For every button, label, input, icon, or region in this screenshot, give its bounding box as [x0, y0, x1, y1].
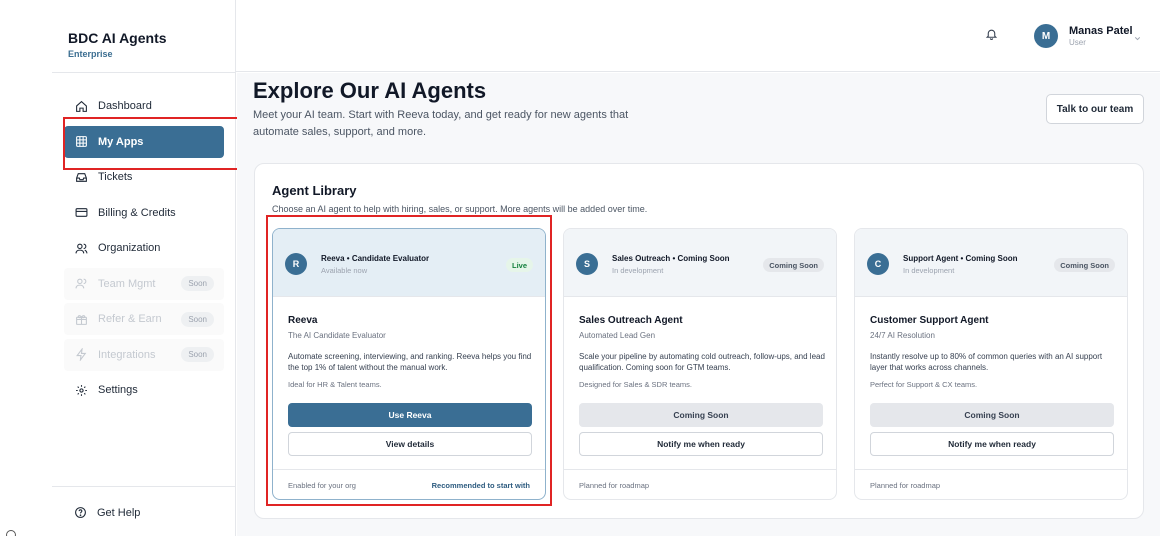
sidebar-item-organization[interactable]: Organization [64, 232, 224, 264]
agent-card-support: C Support Agent • Coming Soon In develop… [854, 228, 1128, 500]
status-badge: Coming Soon [1054, 258, 1115, 272]
footer-status: Planned for roadmap [870, 481, 941, 490]
sidebar-item-integrations: Integrations Soon [64, 338, 224, 371]
footer-status: Planned for roadmap [579, 481, 650, 490]
chevron-down-icon[interactable] [1133, 30, 1142, 48]
avatar[interactable]: M [1034, 24, 1058, 48]
brand-subtitle: Enterprise [68, 49, 113, 59]
help-icon [74, 506, 87, 519]
agent-description: Scale your pipeline by automating cold o… [579, 352, 825, 372]
users-icon [74, 241, 88, 255]
sidebar-item-label: Tickets [98, 171, 133, 183]
sidebar-item-label: Integrations [98, 348, 156, 361]
team-icon [74, 277, 88, 291]
card-header: C Support Agent • Coming Soon In develop… [855, 229, 1127, 297]
get-help-link[interactable]: Get Help [74, 506, 140, 519]
agent-tagline: 24/7 AI Resolution [870, 331, 935, 340]
agent-avatar: S [576, 253, 598, 275]
coming-soon-button: Coming Soon [870, 403, 1114, 427]
soon-badge: Soon [181, 347, 214, 362]
get-help-label: Get Help [97, 506, 141, 519]
divider [52, 72, 235, 73]
card-header-status: In development [612, 266, 664, 275]
sidebar-item-label: Settings [98, 384, 138, 396]
agent-tagline: Automated Lead Gen [579, 331, 656, 340]
card-header-status: In development [903, 266, 955, 275]
sidebar-item-settings[interactable]: Settings [64, 374, 224, 406]
sidebar-item-label: Dashboard [98, 100, 152, 112]
page-title: Explore Our AI Agents [253, 78, 487, 103]
sidebar: BDC AI Agents Enterprise Dashboard My Ap… [0, 0, 236, 536]
brand: BDC AI Agents Enterprise [68, 30, 167, 59]
highlight-box [266, 215, 552, 506]
card-header-title: Sales Outreach • Coming Soon [612, 254, 730, 263]
user-role: User [1069, 38, 1086, 47]
user-name[interactable]: Manas Patel [1069, 25, 1133, 37]
bell-icon[interactable] [985, 27, 998, 46]
card-header-title: Support Agent • Coming Soon [903, 254, 1018, 263]
gear-icon [74, 383, 88, 397]
soon-badge: Soon [181, 276, 214, 291]
agent-name: Customer Support Agent [870, 315, 989, 326]
status-badge: Coming Soon [763, 258, 824, 272]
sidebar-item-label: Organization [98, 242, 161, 254]
agent-audience-note: Designed for Sales & SDR teams. [579, 380, 692, 389]
agent-card-sales-outreach: S Sales Outreach • Coming Soon In develo… [563, 228, 837, 500]
sidebar-item-billing[interactable]: Billing & Credits [64, 197, 224, 229]
sidebar-item-refer-earn: Refer & Earn Soon [64, 303, 224, 335]
page-subtitle: Meet your AI team. Start with Reeva toda… [253, 109, 629, 138]
home-icon [74, 99, 88, 113]
sidebar-item-label: Billing & Credits [98, 206, 176, 219]
card-header: S Sales Outreach • Coming Soon In develo… [564, 229, 836, 297]
notify-me-button[interactable]: Notify me when ready [870, 432, 1114, 456]
library-title: Agent Library [272, 183, 357, 198]
talk-to-team-button[interactable]: Talk to our team [1046, 94, 1144, 124]
sidebar-item-team-mgmt: Team Mgmt Soon [64, 267, 224, 300]
agent-avatar: C [867, 253, 889, 275]
top-bar [236, 0, 1160, 72]
cursor-indicator [6, 530, 16, 536]
coming-soon-button: Coming Soon [579, 403, 823, 427]
agent-audience-note: Perfect for Support & CX teams. [870, 380, 978, 389]
plug-icon [74, 348, 88, 362]
gift-icon [74, 312, 88, 326]
agent-name: Sales Outreach Agent [579, 315, 683, 326]
inbox-icon [74, 170, 88, 184]
sidebar-item-label: Team Mgmt [98, 277, 156, 290]
highlight-box [63, 117, 243, 170]
card-footer: Planned for roadmap [855, 469, 1127, 499]
soon-badge: Soon [181, 311, 214, 327]
brand-title: BDC AI Agents [68, 30, 167, 46]
card-footer: Planned for roadmap [564, 469, 836, 499]
library-subtitle: Choose an AI agent to help with hiring, … [272, 204, 648, 214]
credit-card-icon [74, 206, 88, 220]
notify-me-button[interactable]: Notify me when ready [579, 432, 823, 456]
divider [52, 486, 235, 487]
sidebar-item-label: Refer & Earn [98, 313, 162, 325]
agent-description: Instantly resolve up to 80% of common qu… [870, 352, 1103, 372]
